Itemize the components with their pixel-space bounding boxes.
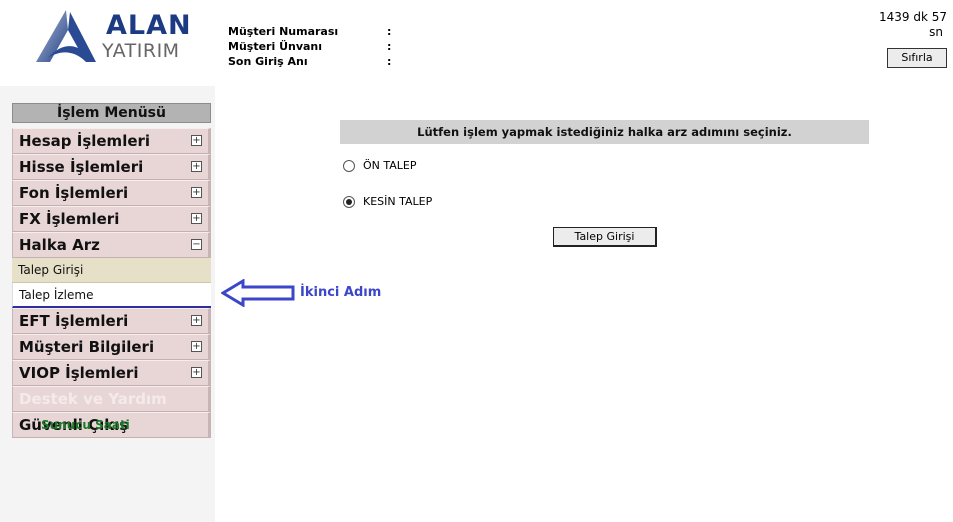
expand-icon[interactable]: +: [191, 315, 202, 326]
last-login-label: Son Giriş Anı: [228, 55, 308, 68]
menu-item-support-help[interactable]: Destek ve Yardım: [12, 386, 211, 412]
expand-icon[interactable]: +: [191, 161, 202, 172]
customer-number-value: :: [387, 25, 392, 38]
customer-number-row: Müşteri Numarası :: [228, 24, 391, 39]
server-time-label: Sunucu Saati: [41, 418, 130, 432]
pre-order-label[interactable]: ÖN TALEP: [363, 159, 417, 172]
customer-number-label: Müşteri Numarası: [228, 25, 339, 38]
customer-title-label: Müşteri Ünvanı: [228, 40, 323, 53]
last-login-value: :: [387, 55, 392, 68]
menu-item-fund-transactions[interactable]: Fon İşlemleri +: [12, 180, 211, 206]
menu-item-label: FX İşlemleri: [19, 210, 120, 228]
expand-icon[interactable]: +: [191, 213, 202, 224]
menu-item-label: EFT İşlemleri: [19, 312, 129, 330]
option-final-order[interactable]: KESİN TALEP: [343, 195, 432, 208]
timer-minutes: 1439 dk 57: [878, 10, 947, 24]
menu-item-fx-transactions[interactable]: FX İşlemleri +: [12, 206, 211, 232]
menu-item-label: Hesap İşlemleri: [19, 132, 151, 150]
transaction-menu: İşlem Menüsü Hesap İşlemleri + Hisse İşl…: [12, 103, 211, 438]
menu-item-label: Hisse İşlemleri: [19, 158, 144, 176]
menu-item-label: Fon İşlemleri: [19, 184, 129, 202]
menu-item-label: Müşteri Bilgileri: [19, 338, 155, 356]
company-logo: ALAN YATIRIM: [30, 8, 200, 66]
pre-order-radio[interactable]: [343, 159, 355, 172]
reset-timer-button[interactable]: Sıfırla: [887, 48, 947, 68]
menu-item-customer-info[interactable]: Müşteri Bilgileri +: [12, 334, 211, 360]
logo-text-alan: ALAN: [106, 10, 192, 41]
customer-info: Müşteri Numarası : Müşteri Ünvanı : Son …: [228, 24, 391, 69]
menu-item-public-offering[interactable]: Halka Arz −: [12, 232, 211, 258]
menu-item-label: Destek ve Yardım: [19, 390, 167, 408]
menu-item-eft-transactions[interactable]: EFT İşlemleri +: [12, 308, 211, 334]
submenu-item-order-entry[interactable]: Talep Girişi: [12, 258, 211, 283]
final-order-label[interactable]: KESİN TALEP: [363, 195, 432, 208]
customer-title-value: :: [387, 40, 392, 53]
logo-mark-icon: [36, 10, 96, 62]
menu-item-label: VIOP İşlemleri: [19, 364, 139, 382]
final-order-radio[interactable]: [343, 195, 355, 208]
order-entry-button[interactable]: Talep Girişi: [553, 227, 657, 247]
customer-title-row: Müşteri Ünvanı :: [228, 39, 391, 54]
menu-item-account-transactions[interactable]: Hesap İşlemleri +: [12, 128, 211, 154]
option-pre-order[interactable]: ÖN TALEP: [343, 159, 417, 172]
last-login-row: Son Giriş Anı :: [228, 54, 391, 69]
expand-icon[interactable]: +: [191, 187, 202, 198]
menu-item-label: Halka Arz: [19, 236, 100, 254]
expand-icon[interactable]: +: [191, 341, 202, 352]
expand-icon[interactable]: +: [191, 135, 202, 146]
expand-icon[interactable]: +: [191, 367, 202, 378]
menu-title: İşlem Menüsü: [12, 103, 211, 123]
menu-item-viop-transactions[interactable]: VIOP İşlemleri +: [12, 360, 211, 386]
logo-text-yatirim: YATIRIM: [102, 40, 180, 62]
session-timer: 1439 dk 57 sn: [877, 10, 947, 40]
collapse-icon[interactable]: −: [191, 239, 202, 250]
timer-seconds: sn: [929, 25, 943, 39]
instruction-banner: Lütfen işlem yapmak istediğiniz halka ar…: [340, 120, 869, 144]
left-sidebar: İşlem Menüsü Hesap İşlemleri + Hisse İşl…: [0, 86, 215, 522]
submenu-item-order-tracking[interactable]: Talep İzleme: [12, 283, 211, 308]
annotation-label: İkinci Adım: [300, 285, 382, 300]
left-arrow-icon: [221, 279, 295, 307]
menu-item-stock-transactions[interactable]: Hisse İşlemleri +: [12, 154, 211, 180]
